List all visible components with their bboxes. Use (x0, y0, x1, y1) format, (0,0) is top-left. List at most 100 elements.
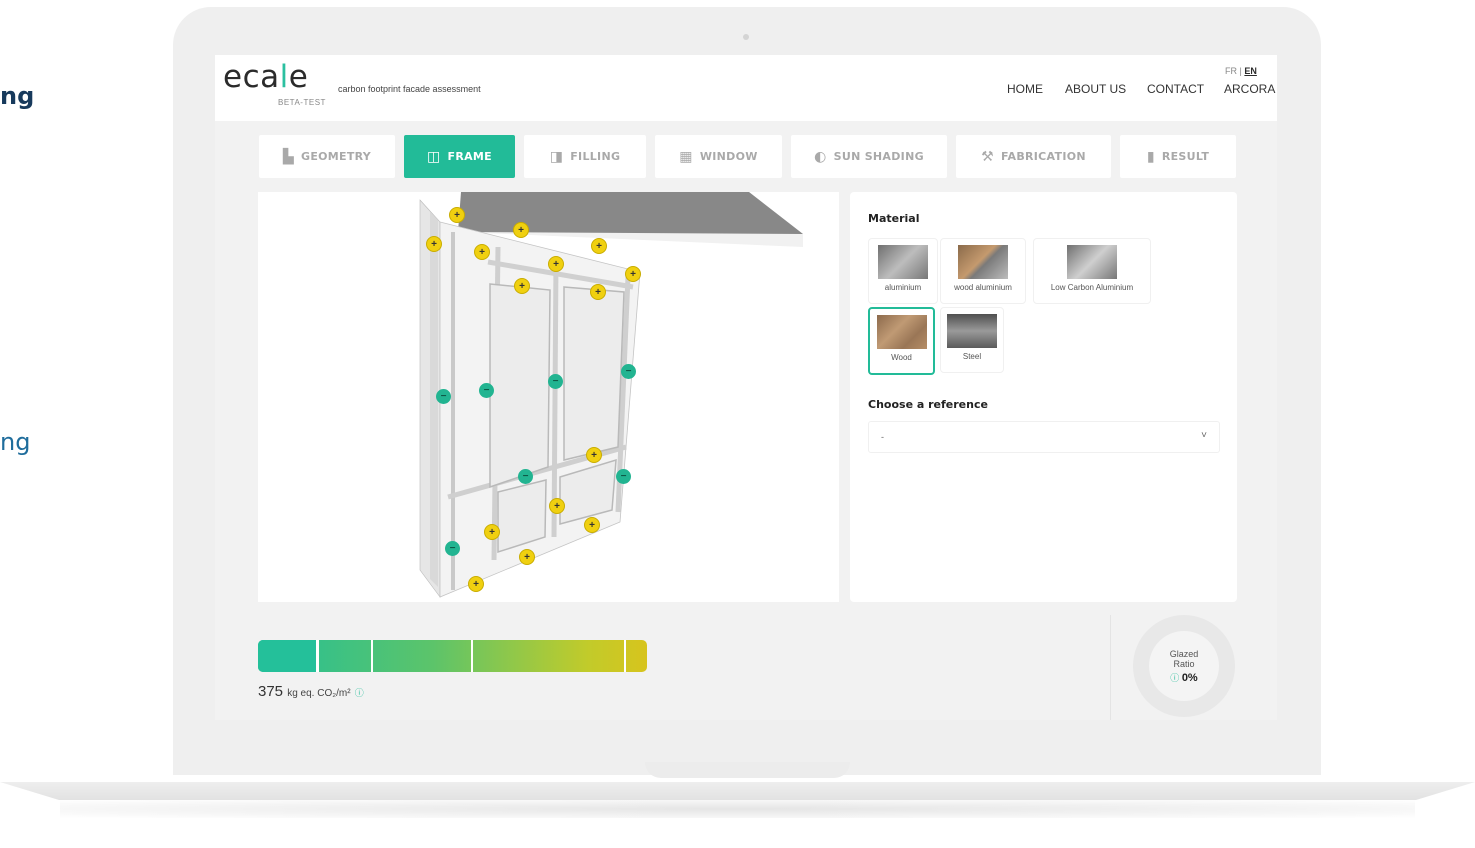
gauge-divider (371, 640, 373, 672)
tab-label: FILLING (570, 150, 621, 163)
nav-home[interactable]: HOME (1007, 82, 1043, 96)
tab-window[interactable]: ▦ WINDOW (655, 135, 782, 178)
add-frame-marker[interactable]: + (519, 549, 535, 565)
geometry-icon: ▙ (282, 148, 294, 165)
tab-label: RESULT (1161, 150, 1210, 163)
facade-3d-viewer[interactable]: + + + + + + + + + − − − − + − − + + + − … (258, 192, 839, 602)
app-logo[interactable]: ecale (223, 59, 308, 95)
gauge-divider (471, 640, 473, 672)
logo-text-prefix: eca (223, 59, 280, 95)
help-icon[interactable]: ⓘ (1170, 673, 1179, 683)
material-label: Wood (891, 353, 912, 362)
material-label: aluminium (884, 283, 922, 292)
tab-fabrication[interactable]: ⚒ FABRICATION (956, 135, 1111, 178)
remove-frame-marker[interactable]: − (548, 374, 563, 389)
tab-label: SUN SHADING (833, 150, 924, 163)
remove-frame-marker[interactable]: − (445, 541, 460, 556)
window-pane-1 (489, 283, 551, 489)
low-carbon-aluminium-swatch (1067, 245, 1117, 279)
tab-frame[interactable]: ◫ FRAME (404, 135, 515, 178)
result-icon: ▮ (1146, 148, 1155, 165)
overhang-top (458, 192, 803, 234)
reference-title: Choose a reference (868, 398, 988, 411)
lang-separator: | (1239, 66, 1242, 76)
add-frame-marker[interactable]: + (584, 517, 600, 533)
material-label: wood aluminium (954, 283, 1012, 292)
tab-geometry[interactable]: ▙ GEOMETRY (259, 135, 395, 178)
tab-sun-shading[interactable]: ◐ SUN SHADING (791, 135, 947, 178)
carbon-gauge-level (258, 640, 320, 672)
tab-label: FRAME (447, 150, 492, 163)
app-tagline: carbon footprint facade assessment (338, 84, 481, 94)
add-frame-marker[interactable]: + (468, 576, 484, 592)
steel-swatch (947, 314, 997, 348)
beta-label: BETA-TEST (278, 98, 326, 107)
background-text-top: ng (0, 82, 35, 110)
add-frame-marker[interactable]: + (484, 524, 500, 540)
material-option-wood-aluminium[interactable]: wood aluminium (940, 238, 1026, 304)
wood-aluminium-swatch (958, 245, 1008, 279)
carbon-footprint-unit: kg eq. CO₂/m² (287, 688, 351, 699)
material-option-low-carbon-aluminium[interactable]: Low Carbon Aluminium (1033, 238, 1151, 304)
add-frame-marker[interactable]: + (548, 256, 564, 272)
tab-result[interactable]: ▮ RESULT (1120, 135, 1236, 178)
tab-label: WINDOW (699, 150, 758, 163)
nav-contact[interactable]: CONTACT (1147, 82, 1204, 96)
frame-settings-panel: Material aluminium wood aluminium Low Ca… (850, 192, 1237, 602)
remove-frame-marker[interactable]: − (518, 469, 533, 484)
glazed-ratio-center: Glazed Ratio ⓘ 0% (1149, 631, 1219, 701)
add-frame-marker[interactable]: + (590, 284, 606, 300)
add-frame-marker[interactable]: + (591, 238, 607, 254)
gauge-divider (624, 640, 626, 672)
aluminium-swatch (878, 245, 928, 279)
remove-frame-marker[interactable]: − (436, 389, 451, 404)
add-frame-marker[interactable]: + (513, 222, 529, 238)
window-pane-2 (563, 286, 625, 461)
reference-value: - (881, 432, 884, 442)
add-frame-marker[interactable]: + (474, 244, 490, 260)
tab-label: GEOMETRY (300, 150, 372, 163)
remove-frame-marker[interactable]: − (616, 469, 631, 484)
add-frame-marker[interactable]: + (549, 498, 565, 514)
reference-select[interactable]: - ˅ (868, 421, 1220, 453)
tab-filling[interactable]: ◨ FILLING (524, 135, 646, 178)
help-icon[interactable]: ⓘ (355, 688, 364, 698)
glazed-label-line2: Ratio (1173, 659, 1195, 669)
add-frame-marker[interactable]: + (426, 236, 442, 252)
laptop-shadow (60, 800, 1415, 818)
glazed-label-line1: Glazed (1169, 649, 1199, 659)
window-icon: ▦ (679, 148, 693, 165)
material-option-steel[interactable]: Steel (940, 307, 1004, 373)
nav-about-us[interactable]: ABOUT US (1065, 82, 1126, 96)
material-option-wood[interactable]: Wood (868, 307, 935, 375)
wood-swatch (876, 315, 927, 349)
tab-label: FABRICATION (1000, 150, 1086, 163)
lang-en[interactable]: EN (1244, 66, 1257, 76)
frame-mullion-center (551, 259, 559, 538)
add-frame-marker[interactable]: + (586, 447, 602, 463)
add-frame-marker[interactable]: + (449, 207, 465, 223)
add-frame-marker[interactable]: + (625, 266, 641, 282)
laptop-notch (645, 762, 850, 778)
facade-model (419, 192, 803, 598)
material-option-aluminium[interactable]: aluminium (868, 238, 938, 304)
filling-icon: ◨ (549, 148, 564, 165)
nav-arcora[interactable]: ARCORA (1224, 82, 1275, 96)
app-screen: ecale BETA-TEST carbon footprint facade … (215, 55, 1277, 720)
section-divider (1110, 615, 1111, 720)
laptop-camera (743, 34, 749, 40)
glazed-ratio-value: 0% (1181, 672, 1198, 684)
language-switcher: FR | EN (1225, 66, 1257, 76)
material-label: Steel (962, 352, 982, 361)
add-frame-marker[interactable]: + (514, 278, 530, 294)
remove-frame-marker[interactable]: − (479, 383, 494, 398)
remove-frame-marker[interactable]: − (621, 364, 636, 379)
carbon-gauge-bar (258, 640, 647, 672)
chevron-down-icon: ˅ (1201, 430, 1207, 441)
background-text-middle: ng (0, 428, 31, 456)
lang-fr[interactable]: FR (1225, 66, 1237, 76)
material-label: Low Carbon Aluminium (1050, 283, 1134, 292)
carbon-footprint-readout: 375 kg eq. CO₂/m² ⓘ (258, 683, 364, 700)
fabrication-icon: ⚒ (981, 148, 994, 165)
sun-shading-icon: ◐ (814, 148, 827, 165)
